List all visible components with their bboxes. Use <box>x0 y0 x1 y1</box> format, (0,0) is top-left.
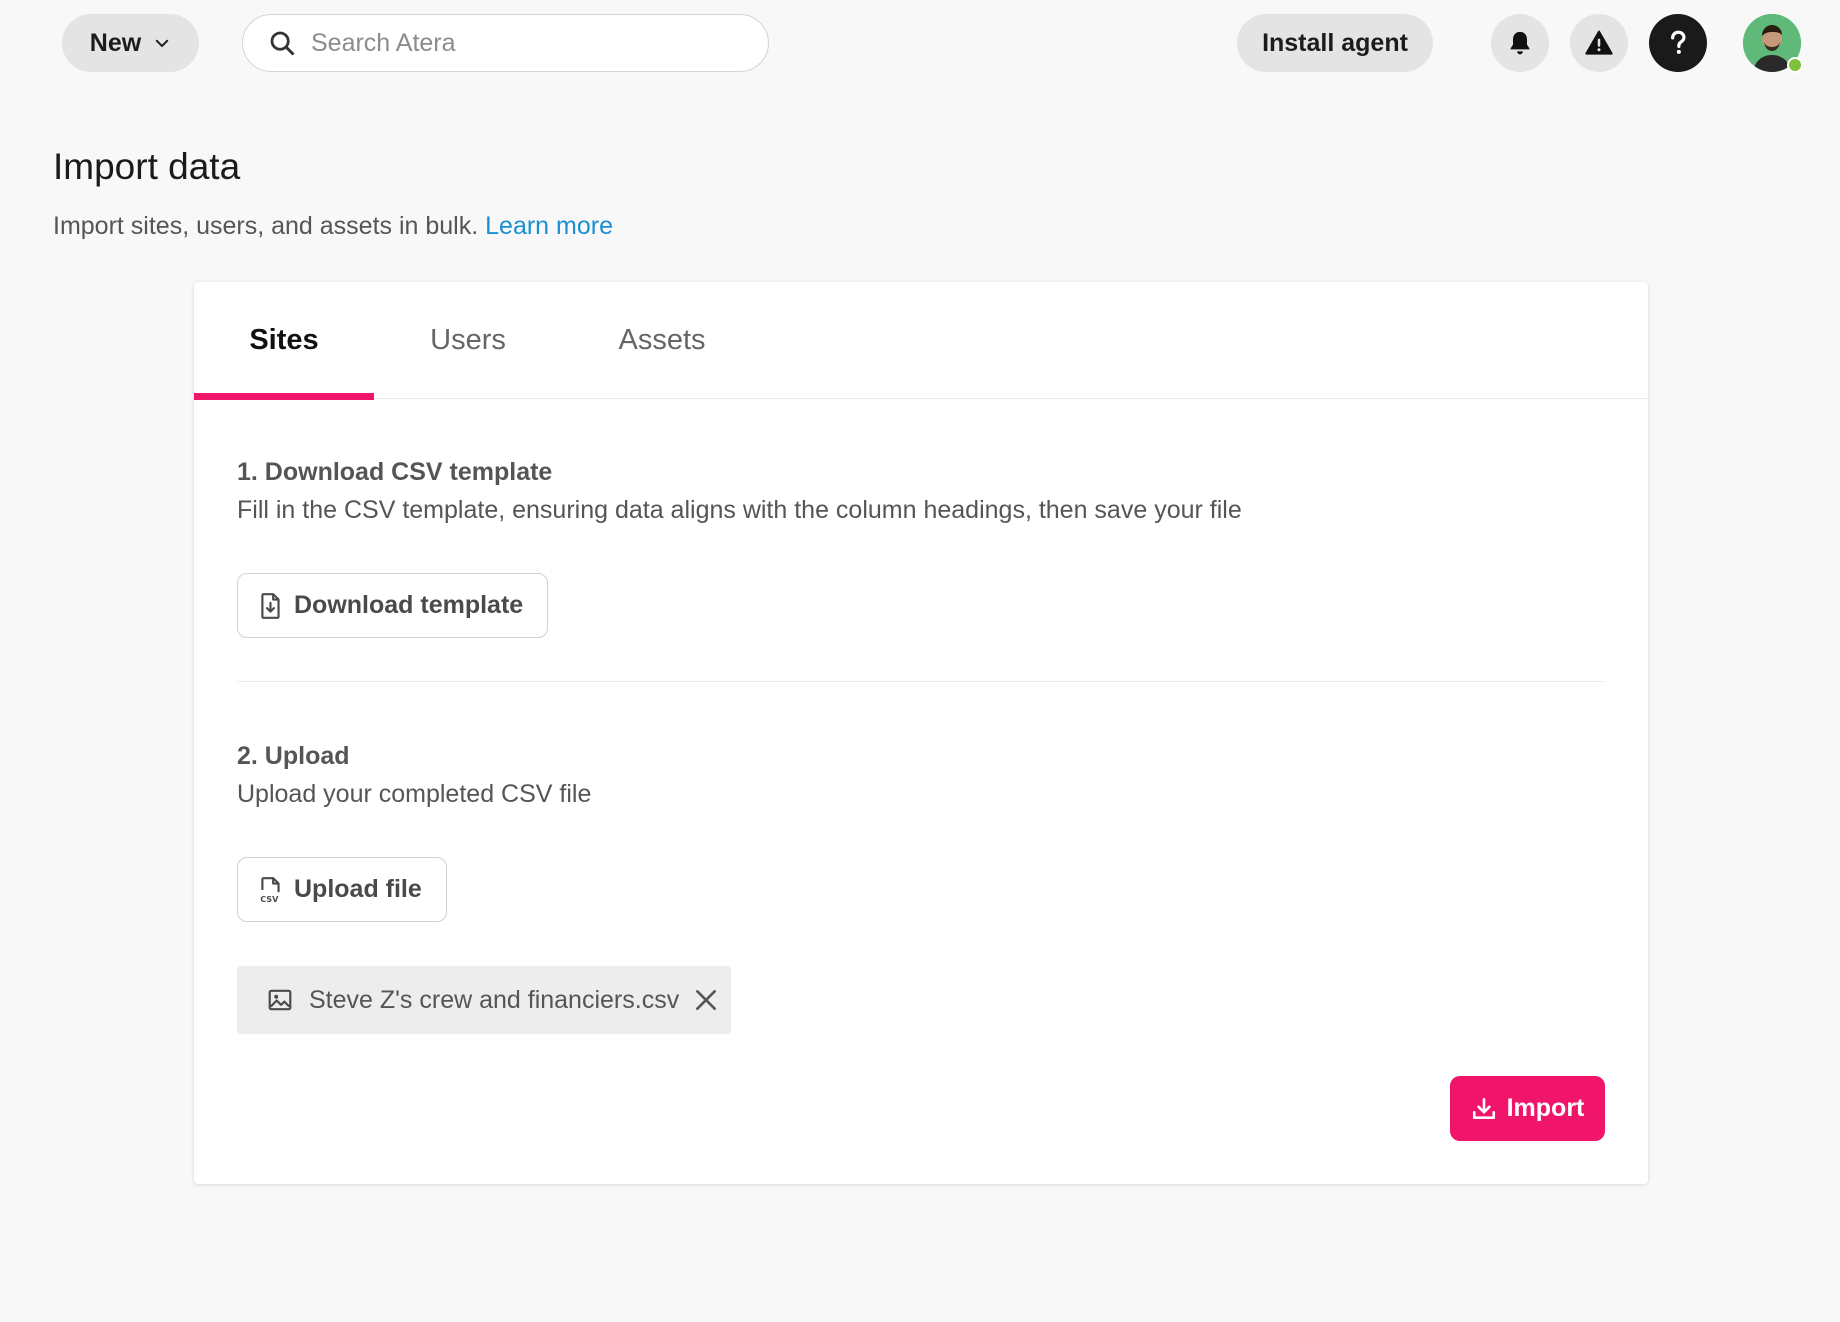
section-divider <box>237 681 1605 682</box>
tab-assets[interactable]: Assets <box>562 282 762 399</box>
image-icon <box>268 989 292 1011</box>
search-box[interactable] <box>242 14 769 72</box>
search-icon <box>270 31 295 56</box>
notifications-button[interactable] <box>1491 14 1549 72</box>
install-agent-label: Install agent <box>1262 28 1408 57</box>
import-card: Sites Users Assets 1. Download CSV templ… <box>194 282 1648 1184</box>
tab-users[interactable]: Users <box>374 282 562 399</box>
tab-sites[interactable]: Sites <box>194 282 374 400</box>
close-icon[interactable] <box>693 987 719 1013</box>
uploaded-file-name: Steve Z's crew and financiers.csv <box>309 985 680 1014</box>
bell-icon <box>1510 31 1530 55</box>
step2-description: Upload your completed CSV file <box>237 780 592 808</box>
upload-file-label: Upload file <box>294 875 422 903</box>
csv-file-icon: CSV <box>260 876 280 903</box>
file-download-icon <box>261 592 280 619</box>
import-button[interactable]: Import <box>1450 1076 1605 1141</box>
import-icon <box>1472 1097 1495 1119</box>
tab-bar: Sites Users Assets <box>194 282 1648 400</box>
learn-more-link[interactable]: Learn more <box>485 212 613 240</box>
upload-file-button[interactable]: CSV Upload file <box>237 857 447 922</box>
search-input[interactable] <box>311 28 711 58</box>
uploaded-file-chip: Steve Z's crew and financiers.csv <box>237 966 731 1034</box>
user-avatar[interactable] <box>1743 14 1803 73</box>
step1-description: Fill in the CSV template, ensuring data … <box>237 496 1242 524</box>
chevron-down-icon <box>155 39 169 47</box>
svg-text:CSV: CSV <box>260 894 279 903</box>
top-bar: New Install agent <box>0 0 1840 86</box>
install-agent-button[interactable]: Install agent <box>1237 14 1433 72</box>
help-icon <box>1671 30 1686 54</box>
warning-icon <box>1585 30 1613 55</box>
import-label: Import <box>1506 1094 1585 1122</box>
download-template-label: Download template <box>294 591 524 619</box>
step1-title: 1. Download CSV template <box>237 458 553 486</box>
page-subtitle: Import sites, users, and assets in bulk.… <box>53 212 613 241</box>
alerts-button[interactable] <box>1570 14 1628 72</box>
help-button[interactable] <box>1649 14 1707 72</box>
page-subtitle-text: Import sites, users, and assets in bulk. <box>53 212 479 240</box>
new-button[interactable]: New <box>62 14 199 72</box>
step2-title: 2. Upload <box>237 742 350 770</box>
new-button-label: New <box>89 28 142 57</box>
download-template-button[interactable]: Download template <box>237 573 549 638</box>
online-status-dot <box>1787 57 1803 73</box>
page-title: Import data <box>53 146 241 187</box>
